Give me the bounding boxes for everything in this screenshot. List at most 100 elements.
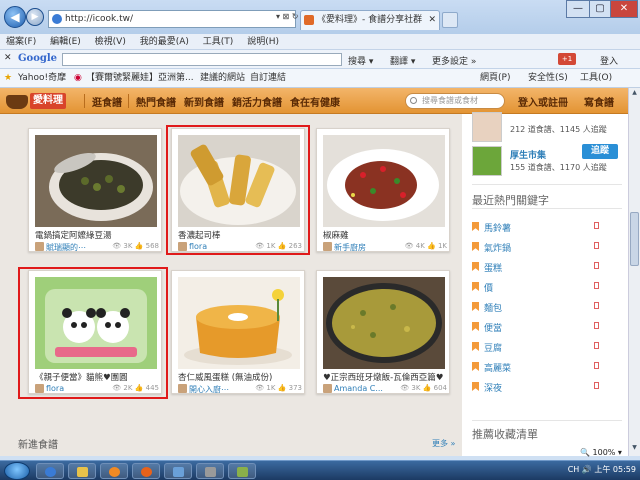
app-icon xyxy=(205,467,216,477)
taskbar-firefox[interactable] xyxy=(132,463,160,479)
page-scrollbar[interactable]: ▲ ▼ xyxy=(628,88,640,456)
author-avatar[interactable] xyxy=(178,384,187,393)
nav-new-recipes[interactable]: 新到食譜 xyxy=(184,94,224,109)
author-link[interactable]: 賦瑞顯的⋯ xyxy=(46,242,86,253)
forward-button[interactable]: ▶ xyxy=(26,8,44,26)
favorites-star-icon[interactable]: ★ xyxy=(4,69,12,87)
recipe-card[interactable]: ♥正宗西班牙燉飯-瓦倫西亞篇♥ Amanda C... 👁 3K 👍 604 xyxy=(316,270,450,394)
author-avatar[interactable] xyxy=(323,242,332,251)
more-link[interactable]: 更多 » xyxy=(432,438,455,449)
fav-yahoo[interactable]: Yahoo!奇摩 xyxy=(18,69,66,87)
media-player-icon xyxy=(109,467,120,477)
clock[interactable]: 上午 05:59 xyxy=(594,465,636,474)
taskbar-app[interactable] xyxy=(228,463,256,479)
nav-popular-recipes[interactable]: 熱門食譜 xyxy=(136,94,176,109)
view-count: 3K xyxy=(123,242,133,250)
recipe-photo-mung-bean-soup[interactable] xyxy=(35,135,157,227)
fav-suggested[interactable]: 建議的網站 xyxy=(200,69,245,87)
google-login-button[interactable]: 登入 xyxy=(600,54,618,67)
recipe-card[interactable]: 椒麻雞 新手廚房 👁 4K 👍 1K xyxy=(316,128,450,252)
fav-custom-links[interactable]: 自訂連結 xyxy=(250,69,286,87)
maximize-button[interactable]: ▢ xyxy=(589,0,611,18)
profile-name[interactable]: 厚生市集 xyxy=(510,148,546,161)
sidebar: 212 道食譜、1145 人追蹤 厚生市集 追蹤 155 道食譜、1170 人追… xyxy=(462,112,628,456)
recipe-title[interactable]: 電鍋搞定阿嬤綠豆湯 xyxy=(35,229,159,241)
recipe-meta: 賦瑞顯的⋯ 👁 3K 👍 568 xyxy=(35,242,159,252)
author-link[interactable]: Amanda C... xyxy=(334,384,383,393)
author-avatar[interactable] xyxy=(323,384,332,393)
recipe-photo-pepper-chicken[interactable] xyxy=(323,135,445,227)
keyword-link[interactable]: 氣炸鍋 xyxy=(484,241,511,254)
zoom-level[interactable]: 🔍 100% ▾ xyxy=(580,448,622,457)
google-search-input[interactable] xyxy=(62,53,342,66)
author-link[interactable]: 新手廚房 xyxy=(334,242,366,253)
more-settings-button[interactable]: 更多設定 » xyxy=(432,54,476,67)
scroll-down-icon[interactable]: ▼ xyxy=(630,444,639,454)
author-link[interactable]: 開心入廚⋯ xyxy=(189,384,229,395)
scroll-up-icon[interactable]: ▲ xyxy=(630,89,639,99)
minimize-button[interactable]: — xyxy=(566,0,590,18)
recipe-title[interactable]: 杏仁威風蛋糕 (無油成份) xyxy=(178,371,302,383)
wrench-icon[interactable]: ✕ xyxy=(4,53,12,63)
keyword-link[interactable]: 深夜 xyxy=(484,381,502,394)
recipe-meta: 開心入廚⋯ 👁 1K 👍 373 xyxy=(178,384,302,394)
translate-button[interactable]: 翻譯 ▾ xyxy=(390,54,415,67)
keyword-marker xyxy=(594,282,599,289)
tools-menu[interactable]: 工具(O) xyxy=(580,69,612,87)
taskbar-app[interactable] xyxy=(164,463,192,479)
menu-edit[interactable]: 編輯(E) xyxy=(50,37,81,47)
safety-menu[interactable]: 安全性(S) xyxy=(528,69,568,87)
keyword-link[interactable]: 蛋糕 xyxy=(484,261,502,274)
menu-help[interactable]: 說明(H) xyxy=(247,37,279,47)
fav-game-icon: ◉ xyxy=(74,73,82,83)
start-button[interactable] xyxy=(4,462,30,480)
nav-browse-recipes[interactable]: 逛食譜 xyxy=(92,94,122,109)
new-tab-button[interactable] xyxy=(442,12,458,28)
back-button[interactable]: ◀ xyxy=(4,6,26,28)
profile-avatar[interactable] xyxy=(472,146,502,176)
write-recipe-link[interactable]: 寫食譜 xyxy=(584,94,614,109)
menu-file[interactable]: 檔案(F) xyxy=(6,37,36,47)
keyword-link[interactable]: 便當 xyxy=(484,321,502,334)
keyword-link[interactable]: 價 xyxy=(484,281,493,294)
tab-icook[interactable]: 《愛料理》- 食譜分享社群 ✕ xyxy=(300,10,440,30)
tab-close-icon[interactable]: ✕ xyxy=(428,11,436,29)
recipe-photo-paella[interactable] xyxy=(323,277,445,369)
keyword-link[interactable]: 豆腐 xyxy=(484,341,502,354)
author-avatar[interactable] xyxy=(35,242,44,251)
nav-vitality-recipes[interactable]: 銷活力食譜 xyxy=(232,94,282,109)
recipe-photo-chiffon-cake[interactable] xyxy=(178,277,300,369)
scroll-thumb[interactable] xyxy=(630,212,639,266)
google-search-button[interactable]: 搜尋 ▾ xyxy=(348,54,373,67)
page-menu[interactable]: 網頁(P) xyxy=(480,69,510,87)
keyword-link[interactable]: 高麗菜 xyxy=(484,361,511,374)
login-register-link[interactable]: 登入或註冊 xyxy=(518,94,568,109)
recipe-card[interactable]: 電鍋搞定阿嬤綠豆湯 賦瑞顯的⋯ 👁 3K 👍 568 xyxy=(28,128,162,252)
recipe-card[interactable]: 杏仁威風蛋糕 (無油成份) 開心入廚⋯ 👁 1K 👍 373 xyxy=(171,270,305,394)
favorites-bar: ★ Yahoo!奇摩 ◉ 【賽爾號緊麗娃】亞洲第... 建議的網站 自訂連結 網… xyxy=(0,69,640,88)
gplus-badge[interactable]: +1 xyxy=(558,53,576,65)
recipe-meta: Amanda C... 👁 3K 👍 604 xyxy=(323,384,447,394)
profile-avatar[interactable] xyxy=(472,112,502,142)
follow-button[interactable]: 追蹤 xyxy=(582,144,618,159)
site-search-input[interactable]: 搜尋食譜或食材 xyxy=(405,93,505,109)
windows-taskbar: CH 🔊 上午 05:59 xyxy=(0,460,640,480)
volume-icon[interactable]: 🔊 xyxy=(582,465,592,474)
taskbar-app[interactable] xyxy=(196,463,224,479)
taskbar-media[interactable] xyxy=(100,463,128,479)
nav-healthy-eating[interactable]: 食在有健康 xyxy=(290,94,340,109)
recipe-title[interactable]: ♥正宗西班牙燉飯-瓦倫西亞篇♥ xyxy=(323,371,447,383)
taskbar-explorer[interactable] xyxy=(68,463,96,479)
menu-tools[interactable]: 工具(T) xyxy=(203,37,234,47)
fav-game[interactable]: 【賽爾號緊麗娃】亞洲第... xyxy=(86,69,194,87)
close-button[interactable]: ✕ xyxy=(610,0,638,18)
address-bar[interactable]: http://icook.tw/ xyxy=(48,10,296,28)
menu-favorites[interactable]: 我的最愛(A) xyxy=(140,37,189,47)
menu-view[interactable]: 檢視(V) xyxy=(95,37,126,47)
recipe-title[interactable]: 椒麻雞 xyxy=(323,229,447,241)
site-logo[interactable]: 愛料理 xyxy=(6,91,66,111)
language-indicator[interactable]: CH xyxy=(568,465,580,474)
keyword-link[interactable]: 馬鈴薯 xyxy=(484,221,511,234)
keyword-link[interactable]: 麵包 xyxy=(484,301,502,314)
taskbar-ie[interactable] xyxy=(36,463,64,479)
